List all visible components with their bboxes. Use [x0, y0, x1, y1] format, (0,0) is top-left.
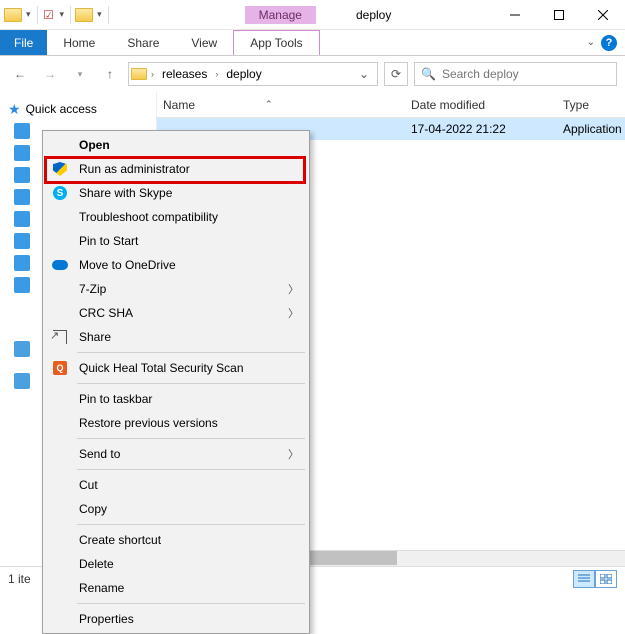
column-date[interactable]: Date modified: [411, 98, 563, 112]
search-icon: 🔍: [421, 67, 436, 81]
file-date-cell: 17-04-2022 21:22: [411, 122, 563, 136]
separator: [77, 469, 305, 470]
ctx-quickheal[interactable]: Q Quick Heal Total Security Scan: [45, 356, 307, 380]
quick-access-header[interactable]: ★ Quick access: [4, 98, 152, 120]
context-menu: Open Run as administrator S Share with S…: [42, 130, 310, 634]
properties-qat-icon[interactable]: ☑: [42, 8, 56, 22]
chevron-right-icon[interactable]: ›: [149, 69, 156, 79]
folder-icon: [4, 8, 22, 22]
chevron-right-icon: 〉: [288, 305, 299, 321]
window-controls: [493, 2, 625, 28]
ribbon-tabs: File Home Share View App Tools ⌄ ?: [0, 30, 625, 56]
ctx-share-skype[interactable]: S Share with Skype: [45, 181, 307, 205]
tab-home[interactable]: Home: [47, 30, 111, 55]
search-box[interactable]: 🔍: [414, 62, 617, 86]
ctx-pin-taskbar[interactable]: Pin to taskbar: [45, 387, 307, 411]
ctx-run-as-admin[interactable]: Run as administrator: [45, 157, 307, 181]
sort-indicator-icon: ⌃: [265, 99, 273, 110]
title-bar: ▾ ☑ ▾ ▾ Manage deploy: [0, 0, 625, 30]
onedrive-icon: [51, 256, 69, 274]
ctx-share[interactable]: Share: [45, 325, 307, 349]
back-button[interactable]: ←: [8, 62, 32, 86]
star-icon: ★: [8, 101, 21, 118]
ctx-send-to[interactable]: Send to〉: [45, 442, 307, 466]
column-headers: Name ⌃ Date modified Type: [157, 92, 625, 118]
tab-share[interactable]: Share: [111, 30, 175, 55]
skype-icon: S: [51, 184, 69, 202]
address-dropdown-icon[interactable]: ⌄: [353, 65, 375, 83]
tab-view[interactable]: View: [175, 30, 233, 55]
help-icon[interactable]: ?: [601, 35, 617, 51]
column-type[interactable]: Type: [563, 98, 625, 112]
contextual-tab-label: Manage: [245, 6, 316, 24]
qat-customize-icon[interactable]: ▾: [95, 9, 104, 20]
breadcrumb-segment[interactable]: deploy: [222, 65, 265, 83]
ctx-delete[interactable]: Delete: [45, 552, 307, 576]
ctx-move-onedrive[interactable]: Move to OneDrive: [45, 253, 307, 277]
folder-icon: [131, 68, 147, 80]
close-button[interactable]: [581, 2, 625, 28]
qat-dropdown-icon[interactable]: ▾: [24, 9, 33, 20]
item-count: 1 ite: [8, 572, 31, 586]
ctx-troubleshoot[interactable]: Troubleshoot compatibility: [45, 205, 307, 229]
ctx-copy[interactable]: Copy: [45, 497, 307, 521]
share-icon: [51, 328, 69, 346]
search-input[interactable]: [442, 67, 610, 81]
navigation-bar: ← → ▾ ↑ › releases › deploy ⌄ ⟳ 🔍: [0, 56, 625, 92]
ctx-open[interactable]: Open: [45, 133, 307, 157]
folder-icon: [75, 8, 93, 22]
ctx-cut[interactable]: Cut: [45, 473, 307, 497]
up-button[interactable]: ↑: [98, 62, 122, 86]
thumbnails-view-button[interactable]: [595, 570, 617, 588]
chevron-right-icon: 〉: [288, 281, 299, 297]
ctx-rename[interactable]: Rename: [45, 576, 307, 600]
address-bar[interactable]: › releases › deploy ⌄: [128, 62, 378, 86]
separator: [77, 438, 305, 439]
ribbon-expand-icon[interactable]: ⌄: [587, 37, 595, 48]
separator: [77, 603, 305, 604]
details-view-button[interactable]: [573, 570, 595, 588]
quick-access-toolbar: ▾ ☑ ▾ ▾: [0, 6, 115, 24]
separator: [77, 524, 305, 525]
maximize-button[interactable]: [537, 2, 581, 28]
ctx-pin-start[interactable]: Pin to Start: [45, 229, 307, 253]
quick-access-label: Quick access: [26, 102, 97, 116]
file-type-cell: Application: [563, 122, 625, 136]
ctx-restore-versions[interactable]: Restore previous versions: [45, 411, 307, 435]
ctx-create-shortcut[interactable]: Create shortcut: [45, 528, 307, 552]
window-title: deploy: [356, 8, 391, 22]
refresh-button[interactable]: ⟳: [384, 62, 408, 86]
recent-locations-icon[interactable]: ▾: [68, 62, 92, 86]
shield-icon: [51, 160, 69, 178]
minimize-button[interactable]: [493, 2, 537, 28]
forward-button: →: [38, 62, 62, 86]
breadcrumb-segment[interactable]: releases: [158, 65, 211, 83]
file-tab[interactable]: File: [0, 30, 47, 55]
chevron-right-icon[interactable]: ›: [213, 69, 220, 79]
qat-dropdown-icon[interactable]: ▾: [58, 9, 67, 20]
quickheal-icon: Q: [51, 359, 69, 377]
ctx-crc-sha[interactable]: CRC SHA〉: [45, 301, 307, 325]
ctx-properties[interactable]: Properties: [45, 607, 307, 631]
separator: [77, 383, 305, 384]
column-name[interactable]: Name ⌃: [157, 98, 411, 112]
ctx-7zip[interactable]: 7-Zip〉: [45, 277, 307, 301]
tab-app-tools[interactable]: App Tools: [233, 30, 319, 55]
separator: [77, 352, 305, 353]
chevron-right-icon: 〉: [288, 446, 299, 462]
